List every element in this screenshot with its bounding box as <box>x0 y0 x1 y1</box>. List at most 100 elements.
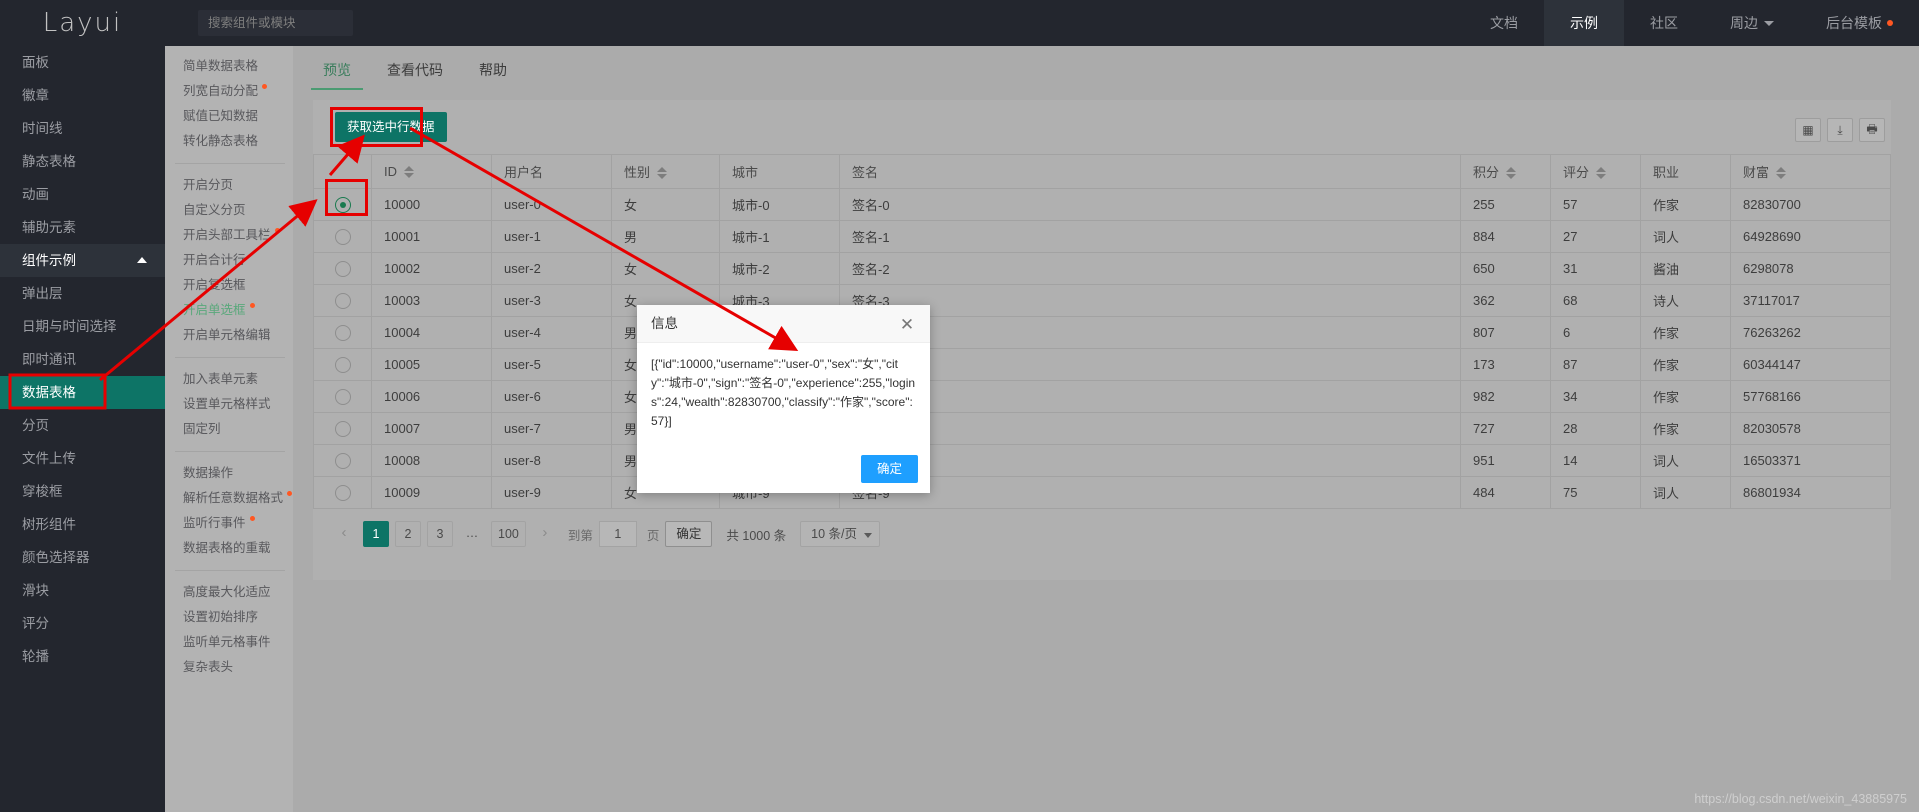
sidebar-item-11[interactable]: 分页 <box>0 409 165 442</box>
table-cell-radio[interactable] <box>313 252 372 285</box>
table-cell-radio[interactable] <box>313 348 372 381</box>
row-radio-button[interactable] <box>334 484 351 501</box>
row-radio-button[interactable] <box>334 356 351 373</box>
table-cell-radio[interactable] <box>313 188 372 221</box>
sidebar-item-4[interactable]: 动画 <box>0 178 165 211</box>
subnav-item-3-2[interactable]: 监听行事件 <box>165 511 293 536</box>
table-header-experience[interactable]: 积分 <box>1460 154 1551 189</box>
topnav-item-0[interactable]: 文档 <box>1464 0 1544 46</box>
filter-columns-icon[interactable]: ▦ <box>1795 118 1821 142</box>
table-cell-radio[interactable] <box>313 220 372 253</box>
tab-2[interactable]: 帮助 <box>461 50 525 90</box>
sort-icon[interactable] <box>1776 166 1787 179</box>
table-row[interactable]: 10001 user-1 男城市-1 签名-1 884 27 词人 64928690 <box>313 220 1891 253</box>
subnav-item-2-2[interactable]: 固定列 <box>165 417 293 442</box>
topnav-item-1[interactable]: 示例 <box>1544 0 1624 46</box>
pager-page-3[interactable]: 3 <box>427 521 453 547</box>
pager-next[interactable]: › <box>532 521 558 547</box>
sidebar-item-2[interactable]: 时间线 <box>0 112 165 145</box>
subnav-item-4-0[interactable]: 高度最大化适应 <box>165 580 293 605</box>
row-radio-button[interactable] <box>334 196 351 213</box>
sidebar-item-0[interactable]: 面板 <box>0 46 165 79</box>
sidebar-item-5[interactable]: 辅助元素 <box>0 211 165 244</box>
sidebar-item-1[interactable]: 徽章 <box>0 79 165 112</box>
row-radio-button[interactable] <box>334 324 351 341</box>
table-cell-radio[interactable] <box>313 412 372 445</box>
table-header-score[interactable]: 评分 <box>1550 154 1641 189</box>
subnav-item-1-4[interactable]: 开启复选框 <box>165 273 293 298</box>
sidebar-item-16[interactable]: 滑块 <box>0 574 165 607</box>
subnav-item-1-3[interactable]: 开启合计行 <box>165 248 293 273</box>
table-cell-radio[interactable] <box>313 316 372 349</box>
sidebar-item-14[interactable]: 树形组件 <box>0 508 165 541</box>
subnav-item-0-3[interactable]: 转化静态表格 <box>165 129 293 154</box>
sidebar-item-15[interactable]: 颜色选择器 <box>0 541 165 574</box>
sidebar-item-9[interactable]: 即时通讯 <box>0 343 165 376</box>
pager-last-page[interactable]: 100 <box>491 521 526 547</box>
sidebar-item-17[interactable]: 评分 <box>0 607 165 640</box>
sort-icon[interactable] <box>1506 166 1517 179</box>
table-row[interactable]: 10003 user-3 女城市-3 签名-3 362 68 诗人 37117017 <box>313 284 1891 317</box>
subnav-item-4-3[interactable]: 复杂表头 <box>165 655 293 680</box>
table-header-sex[interactable]: 性别 <box>611 154 720 189</box>
pager-confirm-button[interactable]: 确定 <box>665 521 713 547</box>
print-icon[interactable]: 🖶 <box>1859 118 1885 142</box>
subnav-item-0-2[interactable]: 赋值已知数据 <box>165 104 293 129</box>
subnav-item-0-1[interactable]: 列宽自动分配 <box>165 79 293 104</box>
search-input[interactable] <box>198 10 353 36</box>
subnav-item-3-3[interactable]: 数据表格的重载 <box>165 536 293 561</box>
table-row[interactable]: 10009 user-9 女城市-9 签名-9 484 75 词人 86801934 <box>313 476 1891 509</box>
close-icon[interactable]: ✕ <box>894 305 920 343</box>
table-cell-radio[interactable] <box>313 284 372 317</box>
subnav-item-2-0[interactable]: 加入表单元素 <box>165 367 293 392</box>
export-icon[interactable]: ⤓ <box>1827 118 1853 142</box>
row-radio-button[interactable] <box>334 388 351 405</box>
row-radio-button[interactable] <box>334 292 351 309</box>
sidebar-item-13[interactable]: 穿梭框 <box>0 475 165 508</box>
sidebar-item-12[interactable]: 文件上传 <box>0 442 165 475</box>
subnav-item-3-1[interactable]: 解析任意数据格式 <box>165 486 293 511</box>
subnav-item-0-0[interactable]: 简单数据表格 <box>165 54 293 79</box>
pager-page-1[interactable]: 1 <box>363 521 389 547</box>
table-cell-radio[interactable] <box>313 380 372 413</box>
topnav-item-3[interactable]: 周边 <box>1704 0 1800 46</box>
sort-icon[interactable] <box>1596 166 1607 179</box>
subnav-item-1-6[interactable]: 开启单元格编辑 <box>165 323 293 348</box>
tab-0[interactable]: 预览 <box>305 50 369 90</box>
subnav-item-1-5[interactable]: 开启单选框 <box>165 298 293 323</box>
sidebar-item-3[interactable]: 静态表格 <box>0 145 165 178</box>
table-header-wealth[interactable]: 财富 <box>1730 154 1891 189</box>
table-row[interactable]: 10008user-8男城市-8签名-895114词人16503371 <box>313 444 1891 477</box>
table-row[interactable]: 10005user-5女城市-5签名-517387作家60344147 <box>313 348 1891 381</box>
sort-icon[interactable] <box>657 166 668 179</box>
table-row[interactable]: 10000 user-0 女城市-0 签名-0 255 57 作家 82830700 <box>313 188 1891 221</box>
table-row[interactable]: 10004user-4男城市-4签名-48076作家76263262 <box>313 316 1891 349</box>
logo[interactable]: Layui <box>0 0 165 46</box>
sidebar-item-6[interactable]: 组件示例 <box>0 244 165 277</box>
subnav-item-3-0[interactable]: 数据操作 <box>165 461 293 486</box>
pager-prev[interactable]: ‹ <box>331 521 357 547</box>
pager-goto-input[interactable] <box>598 521 637 547</box>
table-row[interactable]: 10006user-6女城市-6签名-698234作家57768166 <box>313 380 1891 413</box>
row-radio-button[interactable] <box>334 260 351 277</box>
row-radio-button[interactable] <box>334 420 351 437</box>
sidebar-item-10[interactable]: 数据表格 <box>0 376 165 409</box>
table-row[interactable]: 10002 user-2 女城市-2 签名-2 650 31 酱油 6298078 <box>313 252 1891 285</box>
tab-1[interactable]: 查看代码 <box>369 50 461 90</box>
secondary-sidebar[interactable]: 简单数据表格 列宽自动分配 赋值已知数据 转化静态表格 开启分页 自定义分页 开启头部工具栏… <box>165 46 293 812</box>
dialog-ok-button[interactable]: 确定 <box>860 455 918 483</box>
sidebar-item-18[interactable]: 轮播 <box>0 640 165 673</box>
table-cell-radio[interactable] <box>313 476 372 509</box>
subnav-item-1-2[interactable]: 开启头部工具栏 <box>165 223 293 248</box>
pager-limit-select[interactable]: 10 条/页 <box>800 521 881 547</box>
sort-icon[interactable] <box>404 165 414 178</box>
sidebar-item-8[interactable]: 日期与时间选择 <box>0 310 165 343</box>
table-header-id[interactable]: ID <box>371 154 492 189</box>
topnav-item-4[interactable]: 后台模板 <box>1800 0 1919 46</box>
sidebar-item-7[interactable]: 弹出层 <box>0 277 165 310</box>
subnav-item-4-2[interactable]: 监听单元格事件 <box>165 630 293 655</box>
pager-page-2[interactable]: 2 <box>395 521 421 547</box>
get-selected-rows-button[interactable]: 获取选中行数据 <box>335 112 447 142</box>
row-radio-button[interactable] <box>334 228 351 245</box>
subnav-item-1-1[interactable]: 自定义分页 <box>165 198 293 223</box>
